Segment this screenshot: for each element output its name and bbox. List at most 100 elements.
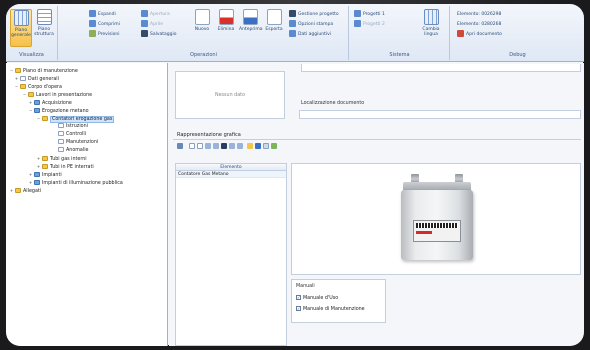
tool-grid-icon[interactable]: [205, 143, 211, 149]
tree-node[interactable]: Controlli: [52, 131, 86, 139]
tree-node-label: Impianti di illuminazione pubblica: [42, 181, 123, 186]
nuovo-label: Nuovo: [194, 27, 210, 32]
doc-icon: [58, 123, 64, 128]
graphics-toolbar: [177, 143, 377, 150]
salvataggio-label: Salvataggio: [150, 32, 177, 37]
app-window: Piano generale Piano struttura Visualizz…: [6, 4, 584, 346]
tool-document-icon[interactable]: [189, 143, 195, 149]
expand-toggle-icon[interactable]: +: [36, 155, 41, 163]
preview-icon: [242, 9, 258, 25]
tool-table-icon[interactable]: [237, 143, 243, 149]
tree-node[interactable]: + Impianti: [28, 171, 62, 179]
tool-page-icon[interactable]: [197, 143, 203, 149]
collapse-toggle-icon[interactable]: −: [22, 91, 27, 99]
tool-bold-icon[interactable]: [221, 143, 227, 149]
collapse-toggle-icon[interactable]: −: [36, 115, 41, 123]
meter-digits: [416, 223, 458, 228]
opzioni-stampa-label: Opzioni stampa: [298, 22, 334, 27]
esporta-label: Esporta: [265, 27, 283, 32]
tree-node[interactable]: + Acquisizione: [28, 99, 72, 107]
tree-node[interactable]: − Contatori erogazione gas: [36, 115, 115, 123]
folder-icon: [42, 116, 48, 121]
expand-toggle-icon[interactable]: +: [14, 75, 19, 83]
tree-node-label: Acquisizione: [42, 101, 72, 106]
check-manuale-manutenzione[interactable]: ✓ Manuale di Manutenzione: [296, 306, 365, 312]
folder-icon: [42, 164, 48, 169]
tool-copy-icon[interactable]: [263, 143, 269, 149]
anteprima-label: Anteprima: [239, 27, 263, 32]
tree-node-label: Piano di manutenzione: [23, 69, 78, 74]
expand-toggle-icon[interactable]: +: [28, 171, 33, 179]
apertura-button[interactable]: Apertura: [141, 10, 170, 20]
progetti-2-button[interactable]: Progetti 2: [354, 20, 385, 30]
image-placeholder-text: Nessun dato: [215, 93, 245, 98]
expand-toggle-icon[interactable]: +: [9, 187, 14, 195]
tool-list-icon[interactable]: [213, 143, 219, 149]
print-options-icon: [289, 20, 296, 27]
previsioni-label: Previsioni: [98, 32, 120, 37]
tree-node[interactable]: + Tubi in PE interrati: [36, 163, 94, 171]
section-title: Rappresentazione grafica: [177, 132, 241, 138]
ribbon: Piano generale Piano struttura Visualizz…: [6, 4, 584, 62]
tree-node[interactable]: − Piano di manutenzione: [9, 67, 78, 75]
debug-elemento-1: Elemento: 0026298: [457, 10, 501, 20]
tree-node[interactable]: + Allegati: [9, 187, 41, 195]
tree-node[interactable]: + Impianti di illuminazione pubblica: [28, 179, 123, 187]
expand-toggle-icon[interactable]: +: [28, 99, 33, 107]
gestione-progetto-button[interactable]: Gestione progetto: [289, 10, 339, 20]
forecast-icon: [89, 30, 96, 37]
opzioni-stampa-button[interactable]: Opzioni stampa: [289, 20, 333, 30]
previsioni-button[interactable]: Previsioni: [89, 30, 120, 40]
top-field[interactable]: [301, 64, 581, 72]
tree-node-label: Tubi gas interni: [50, 157, 87, 162]
salvataggio-button[interactable]: Salvataggio: [141, 30, 177, 40]
cambia-lingua-button[interactable]: Cambia lingua: [416, 9, 446, 47]
device-frame: Piano generale Piano struttura Visualizz…: [0, 0, 590, 350]
folder-icon: [15, 68, 21, 73]
localization-field[interactable]: [299, 110, 581, 119]
tree-node[interactable]: + Dati generali: [14, 75, 59, 83]
tool-paste-icon[interactable]: [271, 143, 277, 149]
collapse-toggle-icon[interactable]: −: [9, 67, 14, 75]
tree-node[interactable]: Istruzioni: [52, 123, 88, 131]
apri-documento-button[interactable]: Apri documento: [457, 30, 502, 40]
comprimi-button[interactable]: Comprimi: [89, 20, 120, 30]
tree-node[interactable]: − Corpo d'opera: [14, 83, 62, 91]
piano-generale-label: Piano generale: [11, 28, 31, 38]
comprimi-label: Comprimi: [98, 22, 120, 27]
tree-node[interactable]: Manutenzioni: [52, 139, 98, 147]
progetti-1-button[interactable]: Progetti 1: [354, 10, 385, 20]
item-icon: [34, 100, 40, 105]
grid-header-elemento: Elemento: [176, 164, 286, 171]
nuovo-button[interactable]: Nuovo: [191, 9, 213, 47]
expand-toggle-icon[interactable]: +: [28, 179, 33, 187]
project-list-2-icon: [354, 20, 361, 27]
piano-generale-button[interactable]: Piano generale: [10, 9, 32, 47]
elimina-button[interactable]: Elimina: [215, 9, 237, 47]
tool-folder-icon[interactable]: [247, 143, 253, 149]
check-manuale-uso[interactable]: ✓ Manuale d'Uso: [296, 295, 338, 301]
aprile-label: Aprile: [150, 22, 164, 27]
dati-aggiuntivi-button[interactable]: Dati aggiuntivi: [289, 30, 331, 40]
expand-icon: [89, 10, 96, 17]
anteprima-button[interactable]: Anteprima: [239, 9, 263, 47]
tree-node[interactable]: − Erogazione metano: [28, 107, 89, 115]
grid-row[interactable]: Contatore Gas Metano: [176, 171, 286, 178]
collapse-toggle-icon[interactable]: −: [28, 107, 33, 115]
expand-toggle-icon[interactable]: +: [36, 163, 41, 171]
espandi-button[interactable]: Espandi: [89, 10, 116, 20]
apertura-label: Apertura: [150, 12, 170, 17]
tree-node[interactable]: − Lavori in presentazione: [22, 91, 92, 99]
tree-node[interactable]: + Tubi gas interni: [36, 155, 87, 163]
collapse-toggle-icon[interactable]: −: [14, 83, 19, 91]
check-manuale-uso-label: Manuale d'Uso: [303, 296, 339, 301]
tool-align-icon[interactable]: [229, 143, 235, 149]
tool-zoom-icon[interactable]: [177, 143, 183, 149]
aprile-button[interactable]: Aprile: [141, 20, 163, 30]
gas-meter-image: [397, 174, 477, 266]
piano-struttura-button[interactable]: Piano struttura: [33, 9, 55, 47]
tool-save-icon[interactable]: [255, 143, 261, 149]
save-icon: [141, 30, 148, 37]
tree-node[interactable]: Anomalie: [52, 147, 89, 155]
esporta-button[interactable]: Esporta: [263, 9, 285, 47]
